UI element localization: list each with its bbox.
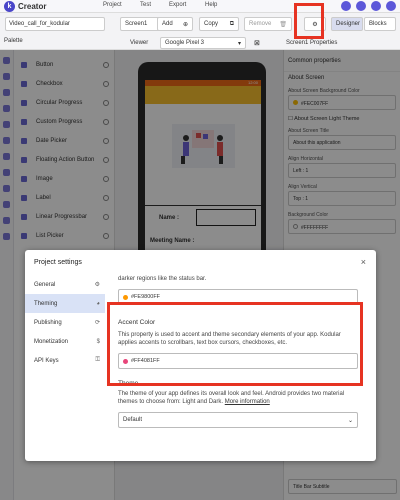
screen-name: Screen1 [125,21,148,27]
project-name[interactable]: Video_call_for_kodular [5,17,105,31]
remove-label: Remove [249,21,272,27]
nav-api-keys[interactable]: API Keys ⚿ [25,351,105,370]
designer-button[interactable]: Designer [331,17,363,31]
community-icon[interactable] [356,1,366,11]
account-icon[interactable] [371,1,381,11]
brand-name: Creator [18,1,47,11]
device-selector[interactable]: Google Pixel 3 ▾ [160,37,246,49]
delete-icon: 🗑 [279,21,287,28]
nav-label: Theming [34,300,58,307]
nav-theming[interactable]: Theming ◕ [25,294,105,313]
viewer-label: Viewer [130,40,149,46]
app-logo[interactable]: k [4,0,15,12]
palette-title: Palette [4,38,23,44]
nav-label: Monetization [34,338,69,345]
money-icon: $ [96,338,100,345]
notifications-icon[interactable] [341,1,351,11]
theme-value: Default [123,417,143,423]
device-name: Google Pixel 3 [165,40,205,46]
remove-screen-button[interactable]: Remove 🗑 [244,17,292,31]
chevron-down-icon: ⌄ [347,418,353,424]
close-icon[interactable]: × [361,257,366,267]
sync-icon: ⟳ [94,320,100,326]
add-screen-button[interactable]: Add ⊕ [157,17,193,31]
primary-dark-desc: darker regions like the status bar. [118,276,207,282]
help-icon[interactable] [386,1,396,11]
settings-icon: ⚙ [94,282,100,288]
highlight-accent-color [107,302,363,386]
more-information-link[interactable]: More information [225,399,270,405]
copy-screen-button[interactable]: Copy ⧉ [199,17,239,31]
properties-title: Screen1 Properties [286,40,338,46]
menu-project[interactable]: Project [103,2,122,8]
theme-desc: The theme of your app defines its overal… [118,390,358,406]
menu-test[interactable]: Test [140,2,151,8]
nav-label: API Keys [34,357,59,364]
primary-dark-value: #FE9800FF [131,294,161,300]
nav-general[interactable]: General ⚙ [25,275,105,294]
key-icon: ⚿ [95,357,100,363]
color-swatch [123,294,128,300]
nav-publishing[interactable]: Publishing ⟳ [25,313,105,332]
add-label: Add [162,21,173,27]
plus-icon: ⊕ [182,21,188,28]
chevron-down-icon: ▾ [237,40,241,47]
close-viewer-icon[interactable]: ⊠ [254,39,260,47]
menu-export[interactable]: Export [169,2,186,8]
settings-nav: General ⚙ Theming ◕ Publishing ⟳ Monetizati… [25,275,105,461]
blocks-button[interactable]: Blocks [364,17,396,31]
dialog-title: Project settings [34,259,82,266]
nav-monetization[interactable]: Monetization $ [25,332,105,351]
highlight-settings-button [294,3,324,39]
menu-help[interactable]: Help [205,2,217,8]
copy-icon: ⧉ [229,20,234,27]
theme-select[interactable]: Default ⌄ [118,412,358,428]
top-bar: k Creator Project Test Export Help [0,0,400,13]
copy-label: Copy [204,21,219,27]
nav-label: General [34,281,56,288]
palette-icon: ◕ [96,300,100,307]
nav-label: Publishing [34,319,62,326]
